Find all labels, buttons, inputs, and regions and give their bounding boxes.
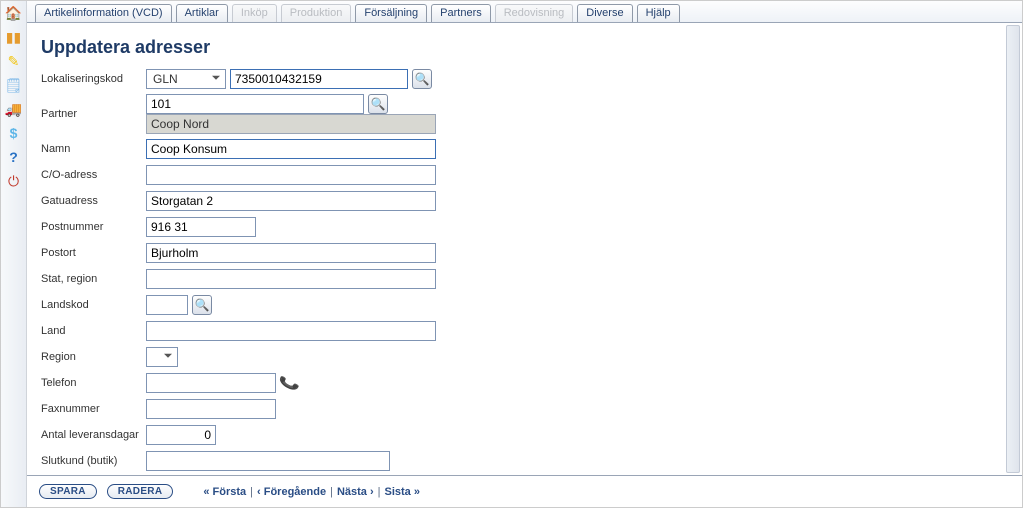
sidebar-icon-4[interactable]: 🚚 [4, 99, 24, 119]
pager-next[interactable]: Nästa › [337, 486, 374, 498]
page-title: Uppdatera adresser [27, 23, 1022, 68]
pager-sep: | [250, 486, 253, 498]
label-slutkund-butik: Slutkund (butik) [41, 455, 146, 467]
tab-artikelinformation[interactable]: Artikelinformation (VCD) [35, 4, 172, 22]
pager-prev[interactable]: ‹ Föregående [257, 486, 326, 498]
postnummer-input[interactable] [146, 217, 256, 237]
label-co-adress: C/O-adress [41, 169, 146, 181]
tab-forsaljning[interactable]: Försäljning [355, 4, 427, 22]
region-select[interactable] [146, 347, 178, 367]
tab-redovisning: Redovisning [495, 4, 574, 22]
search-icon: 🔍 [415, 72, 430, 86]
sidebar-icon-3[interactable]: 🗒 [4, 75, 24, 95]
sidebar-help-icon[interactable]: ? [4, 147, 24, 167]
pager-first[interactable]: « Första [203, 486, 246, 498]
landskod-lookup-button[interactable]: 🔍 [192, 295, 212, 315]
delete-button[interactable]: RADERA [107, 484, 174, 499]
gatuadress-input[interactable] [146, 191, 436, 211]
sidebar-icon-2[interactable]: ✎ [4, 51, 24, 71]
pager-sep: | [378, 486, 381, 498]
phone-icon: 📞 [278, 372, 301, 394]
pager-last[interactable]: Sista » [385, 486, 420, 498]
scrollbar[interactable] [1006, 25, 1020, 473]
lokaliseringskod-lookup-button[interactable]: 🔍 [412, 69, 432, 89]
sidebar-home-icon[interactable]: 🏠 [4, 3, 24, 23]
slutkund-butik-input[interactable] [146, 451, 390, 471]
label-land: Land [41, 325, 146, 337]
tabbar: Artikelinformation (VCD) Artiklar Inköp … [27, 1, 1022, 23]
landskod-input[interactable] [146, 295, 188, 315]
tab-inkop: Inköp [232, 4, 277, 22]
label-namn: Namn [41, 143, 146, 155]
label-gatuadress: Gatuadress [41, 195, 146, 207]
pager-sep: | [330, 486, 333, 498]
label-telefon: Telefon [41, 377, 146, 389]
tab-partners[interactable]: Partners [431, 4, 491, 22]
sidebar-power-icon[interactable]: ⏻ [4, 171, 24, 191]
partner-id-input[interactable] [146, 94, 364, 114]
label-partner: Partner [41, 108, 146, 120]
co-adress-input[interactable] [146, 165, 436, 185]
lokaliseringskod-input[interactable] [230, 69, 408, 89]
label-stat-region: Stat, region [41, 273, 146, 285]
tab-artiklar[interactable]: Artiklar [176, 4, 228, 22]
search-icon: 🔍 [371, 97, 386, 111]
stat-region-input[interactable] [146, 269, 436, 289]
sidebar-nav: 🏠 ▮▮ ✎ 🗒 🚚 $ ? ⏻ [1, 1, 27, 507]
form-area: Lokaliseringskod GLN 🔍 Partner 🔍 Coop No… [27, 68, 1022, 475]
label-region: Region [41, 351, 146, 363]
pager: « Första | ‹ Föregående | Nästa › | Sist… [203, 486, 420, 498]
antal-leveransdagar-input[interactable] [146, 425, 216, 445]
sidebar-icon-1[interactable]: ▮▮ [4, 27, 24, 47]
partner-name-display: Coop Nord [146, 114, 436, 134]
label-postort: Postort [41, 247, 146, 259]
tab-diverse[interactable]: Diverse [577, 4, 632, 22]
telefon-input[interactable] [146, 373, 276, 393]
tab-produktion: Produktion [281, 4, 352, 22]
faxnummer-input[interactable] [146, 399, 276, 419]
namn-input[interactable] [146, 139, 436, 159]
partner-lookup-button[interactable]: 🔍 [368, 94, 388, 114]
label-faxnummer: Faxnummer [41, 403, 146, 415]
sidebar-icon-5[interactable]: $ [4, 123, 24, 143]
postort-input[interactable] [146, 243, 436, 263]
search-icon: 🔍 [195, 298, 210, 312]
tab-hjalp[interactable]: Hjälp [637, 4, 680, 22]
lokaliseringskod-type-select[interactable]: GLN [146, 69, 226, 89]
save-button[interactable]: SPARA [39, 484, 97, 499]
label-lokaliseringskod: Lokaliseringskod [41, 73, 146, 85]
land-input[interactable] [146, 321, 436, 341]
label-landskod: Landskod [41, 299, 146, 311]
label-postnummer: Postnummer [41, 221, 146, 233]
bottombar: SPARA RADERA « Första | ‹ Föregående | N… [27, 475, 1022, 507]
label-antal-leveransdagar: Antal leveransdagar [41, 429, 146, 441]
